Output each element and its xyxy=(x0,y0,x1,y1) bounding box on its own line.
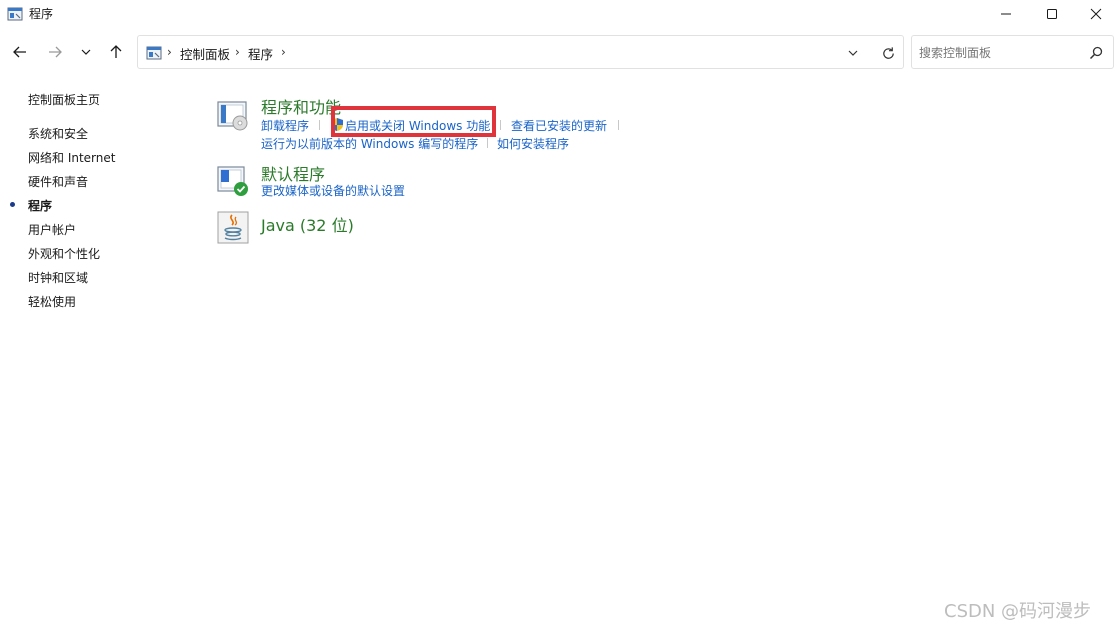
recent-locations-button[interactable] xyxy=(75,41,97,63)
sidebar-item-system-security[interactable]: 系统和安全 xyxy=(28,125,88,142)
link-run-older-programs[interactable]: 运行为以前版本的 Windows 编写的程序 xyxy=(261,135,478,152)
sidebar-item-programs[interactable]: 程序 xyxy=(28,197,52,214)
java-icon[interactable] xyxy=(216,210,250,244)
link-uninstall-program[interactable]: 卸载程序 xyxy=(261,117,309,134)
default-programs-icon[interactable] xyxy=(216,164,250,198)
link-separator xyxy=(500,120,501,130)
link-how-to-install[interactable]: 如何安装程序 xyxy=(497,135,569,152)
breadcrumb-separator-icon[interactable]: › xyxy=(167,45,172,59)
category-programs-features[interactable]: 程序和功能 xyxy=(261,94,341,118)
breadcrumb-separator-icon[interactable]: › xyxy=(235,45,240,59)
up-button[interactable] xyxy=(105,41,127,63)
search-box[interactable] xyxy=(911,35,1114,69)
close-button[interactable] xyxy=(1073,0,1119,28)
search-input[interactable] xyxy=(919,44,1079,62)
arrow-up-icon xyxy=(110,45,122,58)
link-separator xyxy=(319,120,320,130)
minimize-button[interactable] xyxy=(983,0,1029,28)
address-dropdown-button[interactable] xyxy=(844,44,862,62)
link-separator xyxy=(618,120,619,130)
sidebar-item-user-accounts[interactable]: 用户帐户 xyxy=(28,221,76,238)
programs-features-icon[interactable] xyxy=(216,98,250,132)
sidebar-item-clock-region[interactable]: 时钟和区域 xyxy=(28,269,88,286)
link-view-installed-updates[interactable]: 查看已安装的更新 xyxy=(511,117,607,134)
breadcrumb-programs[interactable]: 程序 xyxy=(248,44,273,63)
refresh-button[interactable] xyxy=(878,43,898,63)
title-bar: 程序 xyxy=(0,0,1119,28)
close-icon xyxy=(1090,8,1102,20)
forward-button[interactable] xyxy=(44,41,66,63)
back-button[interactable] xyxy=(9,41,31,63)
highlight-box xyxy=(331,106,496,137)
search-icon[interactable] xyxy=(1088,45,1104,61)
sidebar-item-control-panel-home[interactable]: 控制面板主页 xyxy=(28,91,100,108)
active-item-bullet xyxy=(10,202,15,207)
link-change-media-defaults[interactable]: 更改媒体或设备的默认设置 xyxy=(261,182,405,199)
sidebar-item-hardware-sound[interactable]: 硬件和声音 xyxy=(28,173,88,190)
link-separator xyxy=(487,138,488,148)
address-bar[interactable]: › 控制面板 › 程序 › xyxy=(137,35,904,69)
maximize-icon xyxy=(1047,9,1057,19)
refresh-icon xyxy=(882,46,894,59)
sidebar-item-ease-of-access[interactable]: 轻松使用 xyxy=(28,293,76,310)
chevron-down-icon xyxy=(848,50,858,56)
minimize-icon xyxy=(1001,13,1011,15)
maximize-button[interactable] xyxy=(1029,0,1075,28)
arrow-left-icon xyxy=(13,46,26,58)
category-java[interactable]: Java (32 位) xyxy=(261,212,354,236)
arrow-right-icon xyxy=(49,46,62,58)
sidebar-item-appearance[interactable]: 外观和个性化 xyxy=(28,245,100,262)
control-panel-icon xyxy=(146,46,162,60)
breadcrumb-control-panel[interactable]: 控制面板 xyxy=(180,44,230,63)
sidebar-item-network-internet[interactable]: 网络和 Internet xyxy=(28,149,115,166)
window-title: 程序 xyxy=(29,7,54,21)
control-panel-icon xyxy=(7,7,23,21)
watermark: CSDN @码河漫步 xyxy=(944,601,1092,622)
breadcrumb-separator-icon[interactable]: › xyxy=(281,45,286,59)
chevron-down-icon xyxy=(81,49,91,55)
